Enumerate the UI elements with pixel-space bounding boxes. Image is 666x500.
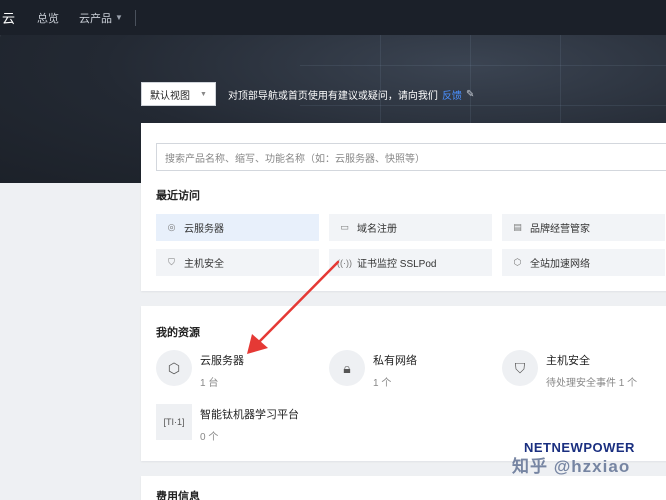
recent-item-label: 全站加速网络: [530, 259, 590, 270]
nav-products[interactable]: 云产品 ▼: [79, 10, 123, 26]
feedback-hint: 对顶部导航或首页使用有建议或疑问，请向我们: [227, 90, 438, 102]
resource-count: 1 台: [200, 378, 219, 389]
watermark-text: 知乎 @hzxiao: [512, 457, 631, 476]
lock-icon: 🔒︎: [329, 350, 365, 386]
nav-divider: [134, 9, 136, 26]
signal-icon: ((·)): [337, 257, 352, 268]
server-icon: ◎: [167, 222, 176, 232]
cube-icon: ⬡: [156, 350, 192, 386]
chevron-down-icon: ▼: [115, 13, 123, 22]
fees-title: 费用信息: [156, 491, 200, 500]
recent-item-brand[interactable]: ▤ 品牌经营管家: [502, 214, 665, 241]
brand-icon: ▤: [513, 222, 522, 232]
search-input[interactable]: 搜索产品名称、缩写、功能名称（如：云服务器、快照等）: [156, 143, 666, 171]
ti-ml-icon: [TI·1]: [156, 404, 192, 440]
recent-item-label: 云服务器: [184, 224, 224, 235]
resource-host-security[interactable]: ⛉ 主机安全 待处理安全事件 1 个: [502, 350, 637, 389]
resources-title: 我的资源: [156, 327, 200, 339]
recent-item-label: 品牌经营管家: [530, 224, 590, 235]
fees-card: 费用信息: [141, 476, 666, 500]
recent-card: 搜索产品名称、缩写、功能名称（如：云服务器、快照等） 最近访问 ◎ 云服务器 ▭…: [141, 123, 666, 291]
domain-icon: ▭: [340, 222, 349, 232]
resource-vpc[interactable]: 🔒︎ 私有网络 1 个: [329, 350, 417, 389]
recent-item-domain[interactable]: ▭ 域名注册: [329, 214, 492, 241]
resource-name: 智能钛机器学习平台: [200, 409, 299, 421]
resource-ti-ml[interactable]: [TI·1] 智能钛机器学习平台 0 个: [156, 404, 299, 443]
recent-item-label: 域名注册: [357, 224, 397, 235]
resource-name: 私有网络: [373, 355, 417, 367]
view-bar: 默认视图 ▼ 对顶部导航或首页使用有建议或疑问，请向我们 反馈 ✎: [141, 82, 474, 106]
search-placeholder: 搜索产品名称、缩写、功能名称（如：云服务器、快照等）: [165, 153, 425, 165]
recent-item-label: 主机安全: [184, 259, 224, 270]
recent-title: 最近访问: [156, 190, 200, 202]
accelerate-icon: ⬡: [513, 257, 522, 267]
resources-card: 我的资源 ⬡ 云服务器 1 台 🔒︎ 私有网络 1 个 ⛉ 主机安全 待处理安全…: [141, 306, 666, 461]
shield-icon: ⛉: [168, 257, 175, 267]
recent-item-cvm[interactable]: ◎ 云服务器: [156, 214, 319, 241]
chevron-down-icon: ▼: [200, 90, 207, 98]
top-navigation: 云 总览 云产品 ▼: [0, 0, 666, 35]
recent-item-sslpod[interactable]: ((·)) 证书监控 SSLPod: [329, 249, 492, 276]
nav-overview-label: 总览: [37, 12, 59, 25]
resource-count: 0 个: [200, 432, 219, 443]
recent-item-accelerate[interactable]: ⬡ 全站加速网络: [502, 249, 665, 276]
logo[interactable]: 云: [0, 8, 18, 27]
shield-icon: ⛉: [502, 350, 538, 386]
view-select[interactable]: 默认视图 ▼: [141, 82, 216, 106]
recent-item-label: 证书监控 SSLPod: [357, 259, 437, 270]
resource-name: 主机安全: [546, 355, 590, 367]
nav-products-label: 云产品: [79, 12, 112, 25]
resource-count: 待处理安全事件 1 个: [546, 378, 638, 389]
nav-overview[interactable]: 总览: [37, 10, 59, 26]
view-select-label: 默认视图: [150, 90, 190, 102]
resource-name: 云服务器: [200, 355, 244, 367]
pencil-icon[interactable]: ✎: [466, 89, 474, 100]
feedback-link[interactable]: 反馈: [442, 87, 462, 102]
resource-count: 1 个: [373, 378, 392, 389]
resource-cvm[interactable]: ⬡ 云服务器 1 台: [156, 350, 244, 389]
recent-item-host-security[interactable]: ⛉ 主机安全: [156, 249, 319, 276]
